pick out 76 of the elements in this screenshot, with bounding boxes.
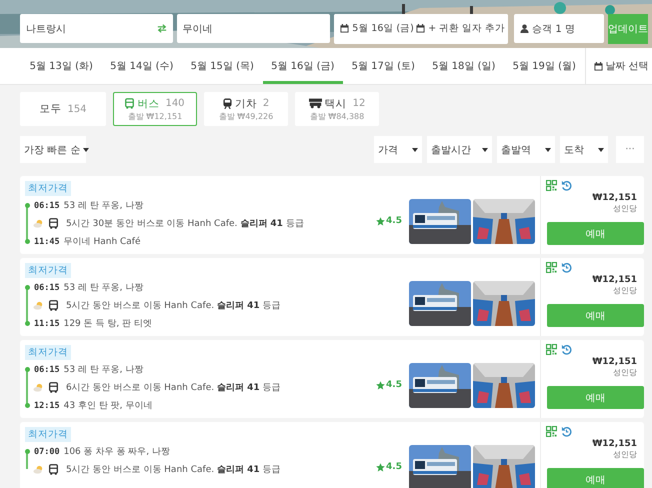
- bus-icon: [48, 300, 59, 311]
- departure-place: 53 레 탄 푸옹, 나짱: [64, 200, 144, 212]
- price-note: 성인당: [613, 367, 637, 378]
- price: ₩12,151: [592, 439, 637, 449]
- arrival-time: 11:15: [34, 318, 60, 328]
- rating: 4.5: [376, 216, 402, 226]
- cheapest-badge: 최저가격: [25, 427, 71, 442]
- calendar-icon: [594, 62, 602, 70]
- price-note: 성인당: [613, 285, 637, 296]
- person-icon: [520, 24, 530, 33]
- cheapest-badge: 최저가격: [25, 263, 71, 278]
- transport-tab[interactable]: 택시 12 출발 ₩84,388: [295, 92, 379, 126]
- rotate-icon: [561, 262, 572, 273]
- price-note: 성인당: [613, 449, 637, 460]
- arrival-place: 무이네 Hanh Café: [64, 236, 141, 248]
- filter-dropdown[interactable]: 가격: [374, 136, 422, 163]
- calendar-icon: [340, 24, 350, 33]
- date-tab[interactable]: 5월 19일 (월): [504, 48, 584, 84]
- cheapest-badge: 최저가격: [25, 181, 71, 196]
- filter-dropdown[interactable]: 출발역: [497, 136, 555, 163]
- date-tab[interactable]: 5월 15일 (목): [182, 48, 262, 84]
- qr-code-icon: [546, 262, 557, 273]
- trip-details: 5시간 30분 동안 버스로 이동 Hanh Cafe. 슬리퍼 41 등급: [66, 218, 304, 230]
- rotate-icon: [561, 180, 572, 191]
- bus-icon: [48, 382, 59, 393]
- trip-details: 6시간 동안 버스로 이동 Hanh Cafe. 슬리퍼 41 등급: [66, 382, 280, 394]
- departure-place: 53 레 탄 푸옹, 나짱: [64, 364, 144, 376]
- departure-time: 06:15: [34, 200, 60, 210]
- train-icon: [222, 98, 232, 109]
- qr-code-icon: [546, 344, 557, 355]
- price: ₩12,151: [592, 193, 637, 203]
- date-tab[interactable]: 5월 17일 (토): [343, 48, 424, 84]
- calendar-icon: [416, 24, 426, 33]
- arrival-time: 11:45: [34, 236, 60, 246]
- cheapest-badge: 최저가격: [25, 345, 71, 360]
- departure-time: 07:00: [34, 446, 60, 456]
- cloud-sun-icon: [33, 464, 44, 475]
- price-note: 성인당: [613, 203, 637, 214]
- cloud-sun-icon: [33, 382, 44, 393]
- date-tab[interactable]: 5월 13일 (화): [21, 48, 102, 84]
- departure-place: 53 레 탄 푸옹, 나짱: [64, 282, 144, 294]
- rating: 4.5: [376, 380, 402, 390]
- bus-icon: [125, 98, 134, 109]
- trip-details: 5시간 동안 버스로 이동 Hanh Cafe. 슬리퍼 41 등급: [66, 300, 280, 312]
- bus-icon: [48, 218, 59, 229]
- filter-dropdown[interactable]: 출발시간: [427, 136, 492, 163]
- trip-details: 5시간 동안 버스로 이동 Hanh Cafe. 슬리퍼 41 등급: [66, 464, 280, 476]
- date-tab[interactable]: 5월 14일 (수): [102, 48, 182, 84]
- origin-field[interactable]: 나트랑시: [20, 14, 173, 43]
- transport-tab[interactable]: 기차 2 출발 ₩49,226: [204, 92, 288, 126]
- filter-dropdown[interactable]: 도착: [560, 136, 608, 163]
- price: ₩12,151: [592, 275, 637, 285]
- date-tab[interactable]: 5월 18일 (일): [424, 48, 504, 84]
- taxi-icon: [308, 98, 322, 109]
- transport-tab[interactable]: 모두 154: [20, 92, 106, 126]
- qr-code-icon: [546, 180, 557, 191]
- more-button[interactable]: ···: [616, 136, 644, 163]
- qr-code-icon: [546, 426, 557, 437]
- departure-place: 106 퐁 차우 퐁 짜우, 나짱: [64, 446, 170, 458]
- date-tab[interactable]: 5월 16일 (금): [262, 48, 343, 84]
- bus-icon: [48, 464, 59, 475]
- arrival-place: 43 후인 탄 팟, 무이네: [64, 400, 152, 412]
- arrival-time: 12:15: [34, 400, 60, 410]
- departure-time: 06:15: [34, 364, 60, 374]
- swap-icon[interactable]: [156, 24, 167, 33]
- passengers-field[interactable]: 승객 1 명: [514, 14, 604, 43]
- sort-dropdown[interactable]: 가장 빠른 순: [20, 136, 86, 163]
- arrival-place: 129 돈 득 탕, 판 티엣: [64, 318, 152, 330]
- destination-field[interactable]: 무이네: [176, 14, 330, 43]
- rating: 4.5: [376, 462, 402, 472]
- rotate-icon: [561, 426, 572, 437]
- price: ₩12,151: [592, 357, 637, 367]
- departure-time: 06:15: [34, 282, 60, 292]
- cloud-sun-icon: [33, 300, 44, 311]
- cloud-sun-icon: [33, 218, 44, 229]
- rotate-icon: [561, 344, 572, 355]
